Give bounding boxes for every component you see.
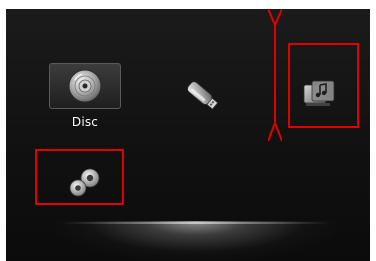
disc-icon-frame <box>49 63 121 109</box>
vertical-divider-marker <box>268 9 282 142</box>
menu-item-disc-label: Disc <box>71 115 99 129</box>
menu-item-usb[interactable] <box>182 75 222 115</box>
disc-icon <box>68 69 102 103</box>
floor-highlight-line <box>62 222 330 224</box>
floor-reflection <box>56 221 336 261</box>
highlight-box-media <box>288 43 359 128</box>
usb-drive-icon <box>187 81 219 110</box>
highlight-box-setup <box>35 149 124 205</box>
menu-item-disc[interactable]: Disc <box>48 63 122 135</box>
